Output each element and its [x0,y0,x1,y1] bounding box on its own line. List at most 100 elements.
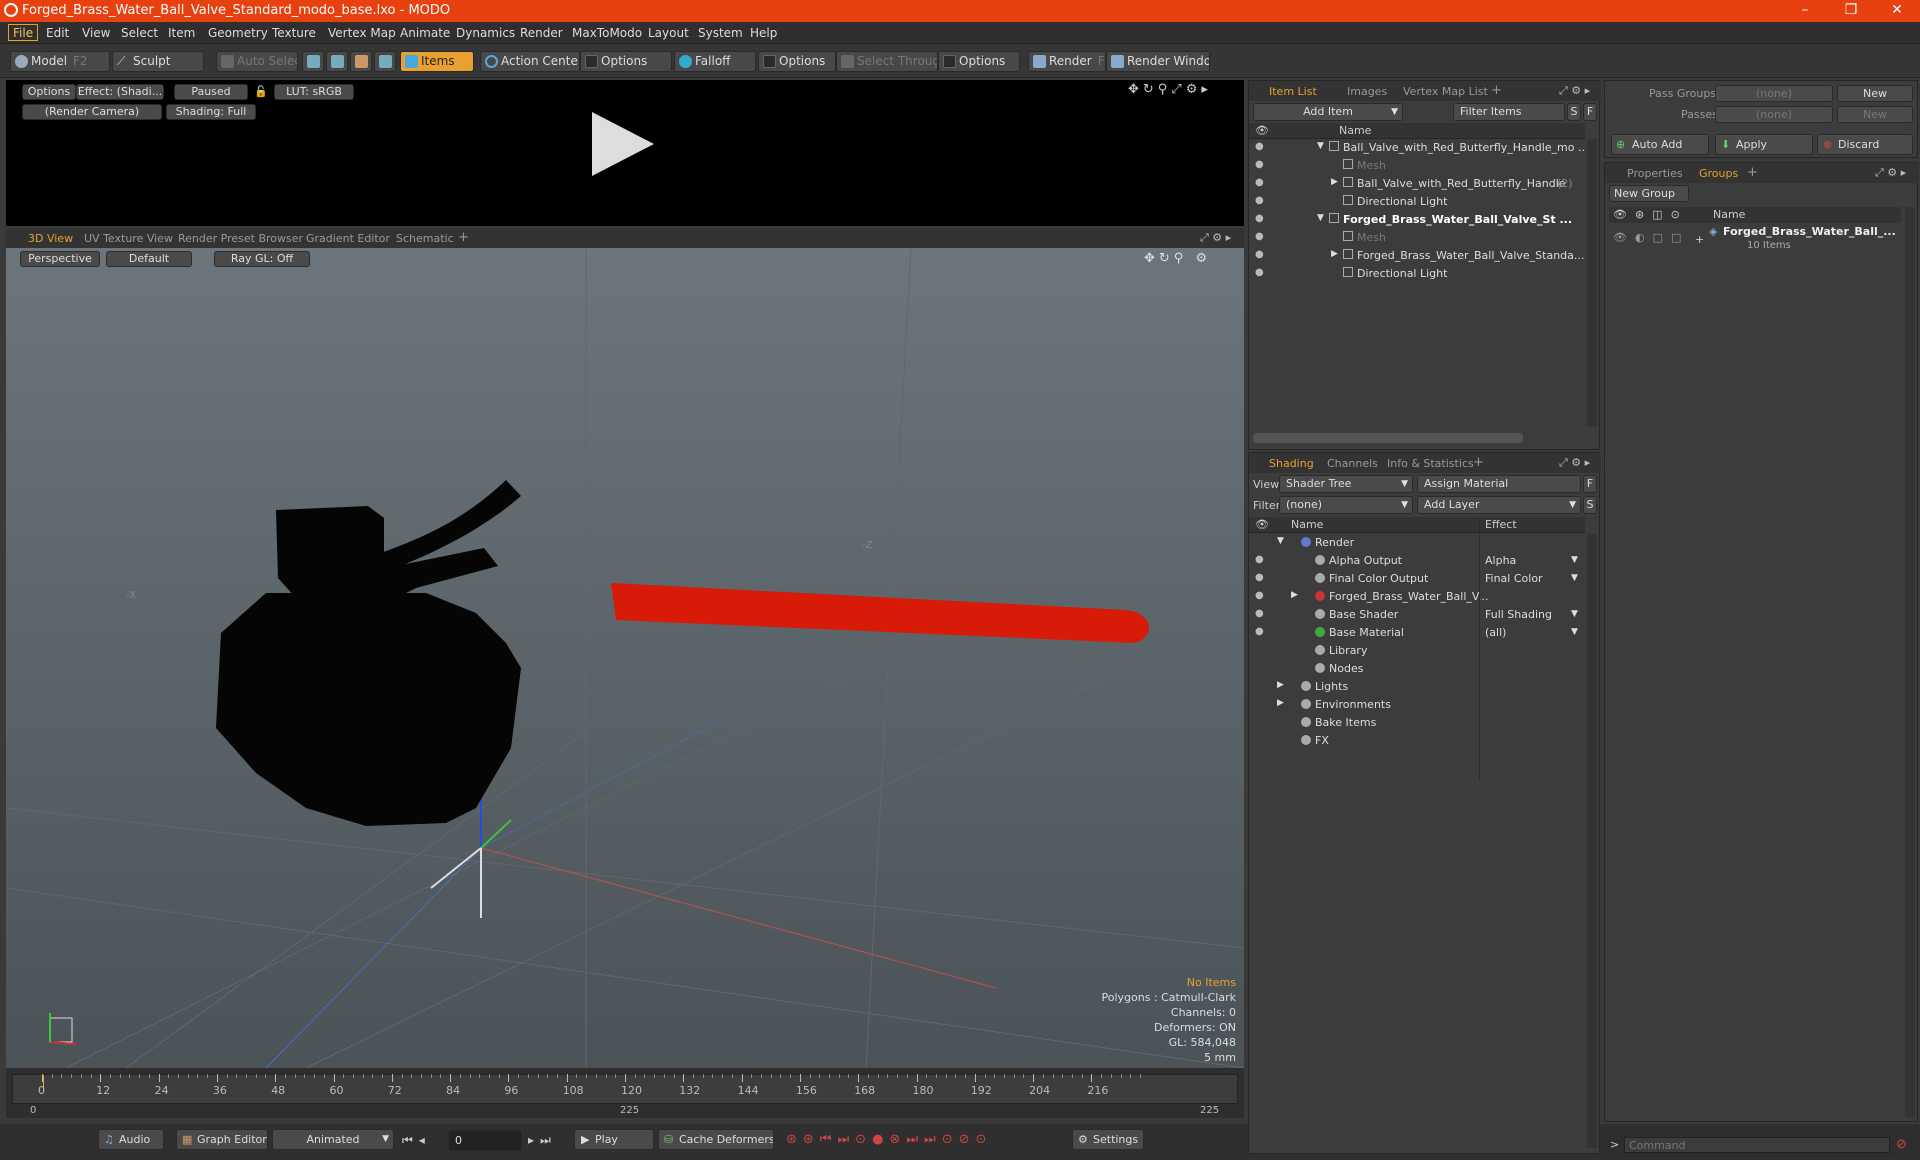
shader-effect[interactable]: (all) [1485,626,1506,639]
expand-icon[interactable]: + [1695,233,1704,246]
add-layer-dropdown[interactable]: Add Layer ▼ [1417,496,1581,514]
edges-mode-button[interactable] [326,51,348,72]
play-button[interactable]: ▶ Play [574,1129,654,1150]
materials-mode-button[interactable] [374,51,396,72]
visibility-eye-icon[interactable]: ● [1255,627,1267,637]
command-stop-icon[interactable]: ⊘ [1896,1137,1907,1152]
menu-vertex-map[interactable]: Vertex Map [324,25,400,42]
filter-f-button[interactable]: F [1583,103,1597,121]
shading-scrollbar[interactable] [1587,534,1597,1148]
menu-item[interactable]: Item [164,25,199,42]
chevron-down-icon[interactable]: ▼ [1571,555,1578,565]
item-row[interactable]: ● Directional Light [1249,265,1585,283]
filter-s-button[interactable]: S [1567,103,1581,121]
panel-settings-icon[interactable]: ⤢ ⚙ ▸ [1559,84,1590,98]
group-row[interactable]: 👁◐□□ + ◈ Forged_Brass_Water_Ball_... 10 … [1609,225,1901,259]
falloff-button[interactable]: Falloff [674,51,756,72]
visibility-eye-icon[interactable]: ● [1255,573,1267,583]
3d-viewport[interactable]: -X -Z Perspective Default Ray GL: Off ✥↻… [6,248,1244,1068]
shading-f-button[interactable]: F [1583,475,1597,493]
item-row[interactable]: ● ▶ Forged_Brass_Water_Ball_Valve_Standa..… [1249,247,1585,265]
tab-vertex-map-list[interactable]: Vertex Map List [1403,85,1488,98]
audio-button[interactable]: ♫ Audio [98,1129,164,1150]
menu-dynamics[interactable]: Dynamics [452,25,519,42]
action-center-button[interactable]: Action Center [480,51,580,72]
render-button[interactable]: RenderF9 [1028,51,1106,72]
restore-button[interactable]: ❐ [1828,0,1874,22]
render-view-controls[interactable]: ✥↻⚲⤢⚙▸ [1128,82,1212,97]
items-mode-button[interactable]: Items [400,51,474,72]
transport-rewind-controls[interactable]: ⏮◂ [402,1133,431,1148]
menu-layout[interactable]: Layout [644,25,693,42]
tab-shading[interactable]: Shading [1269,457,1314,470]
expand-arrow-icon[interactable]: ▶ [1277,680,1284,690]
menu-help[interactable]: Help [746,25,781,42]
tab-3d-view[interactable]: 3D View [28,232,73,245]
render-window-button[interactable]: Render Window [1106,51,1210,72]
shader-row[interactable]: Library [1249,642,1585,660]
model-mode-button[interactable]: Model F2 [10,51,110,72]
menu-geometry[interactable]: Geometry [204,25,272,42]
viewport-settings-icon[interactable]: ⤢ ⚙ ▸ [1200,231,1231,245]
item-row[interactable]: ● ▶ Ball_Valve_with_Red_Butterfly_Handle (2… [1249,175,1585,193]
add-tab-icon[interactable]: + [1491,83,1502,98]
select-through-button[interactable]: Select Through [836,51,938,72]
visibility-eye-icon[interactable]: ● [1255,268,1267,278]
tab-schematic[interactable]: Schematic [396,232,454,245]
shader-row[interactable]: Bake Items [1249,714,1585,732]
shader-effect[interactable]: Full Shading [1485,608,1552,621]
collapse-arrow-icon[interactable]: ▼ [1317,213,1324,223]
shader-row[interactable]: ● Base Material (all) ▼ [1249,624,1585,642]
visibility-eye-icon[interactable]: ● [1255,591,1267,601]
shader-row[interactable]: ● ▶ Forged_Brass_Water_Ball_V... [1249,588,1585,606]
add-tab-icon[interactable]: + [458,230,469,245]
tab-item-list[interactable]: Item List [1269,85,1317,98]
menu-view[interactable]: View [78,25,114,42]
expand-arrow-icon[interactable]: ▶ [1331,249,1338,259]
filter-items-input[interactable]: Filter Items [1453,103,1565,121]
transport-forward-controls[interactable]: ▸⏭ [528,1133,557,1148]
visibility-eye-icon[interactable]: ● [1255,160,1267,170]
groups-scrollbar[interactable] [1905,207,1915,1117]
select-through-options-button[interactable]: Options [938,51,1020,72]
item-list-hscrollbar[interactable] [1253,433,1523,443]
shading-s-button[interactable]: S [1583,496,1597,514]
add-tab-icon[interactable]: + [1473,455,1484,470]
render-paused-button[interactable]: Paused [174,84,248,100]
shader-effect[interactable]: Final Color [1485,572,1543,585]
falloff-options-button[interactable]: Options [758,51,836,72]
menu-render[interactable]: Render [516,25,567,42]
menu-system[interactable]: System [694,25,747,42]
shader-tree-dropdown[interactable]: Shader Tree ▼ [1279,475,1413,493]
collapse-arrow-icon[interactable]: ▼ [1317,141,1324,151]
visibility-eye-icon[interactable]: ● [1255,232,1267,242]
chevron-down-icon[interactable]: ▼ [1571,573,1578,583]
menu-maxtomodo[interactable]: MaxToModo [568,25,646,42]
visibility-eye-icon[interactable]: ● [1255,142,1267,152]
expand-arrow-icon[interactable]: ▶ [1331,177,1338,187]
tab-groups[interactable]: Groups [1699,167,1738,180]
add-tab-icon[interactable]: + [1747,165,1758,180]
new-pass-group-button[interactable]: New [1837,85,1913,102]
lock-icon[interactable]: 🔓 [254,85,268,98]
menu-file[interactable]: File [8,24,39,41]
shader-row[interactable]: FX [1249,732,1585,750]
play-render-icon[interactable] [592,112,654,176]
shader-row[interactable]: ▶ Environments [1249,696,1585,714]
new-pass-button[interactable]: New [1837,106,1913,123]
apply-button[interactable]: ⬇ Apply [1715,134,1813,155]
add-item-dropdown[interactable]: Add Item ▼ [1253,103,1403,121]
shader-effect[interactable]: Alpha [1485,554,1516,567]
expand-arrow-icon[interactable]: ▶ [1291,590,1298,600]
shader-row[interactable]: ▼ Render [1249,534,1585,552]
tab-info-statistics[interactable]: Info & Statistics [1387,457,1474,470]
perspective-dropdown[interactable]: Perspective [20,251,100,267]
tab-gradient-editor[interactable]: Gradient Editor [306,232,390,245]
tab-channels[interactable]: Channels [1327,457,1378,470]
command-input[interactable] [1624,1137,1890,1153]
close-button[interactable]: ✕ [1874,0,1920,22]
item-row[interactable]: ● Mesh [1249,229,1585,247]
menu-animate[interactable]: Animate [396,25,454,42]
visibility-eye-icon[interactable]: ● [1255,214,1267,224]
key-controls[interactable]: ⊛⊛⏮⏭⊙●⊗⏭⏭⊙⊘⊙ [786,1132,992,1147]
